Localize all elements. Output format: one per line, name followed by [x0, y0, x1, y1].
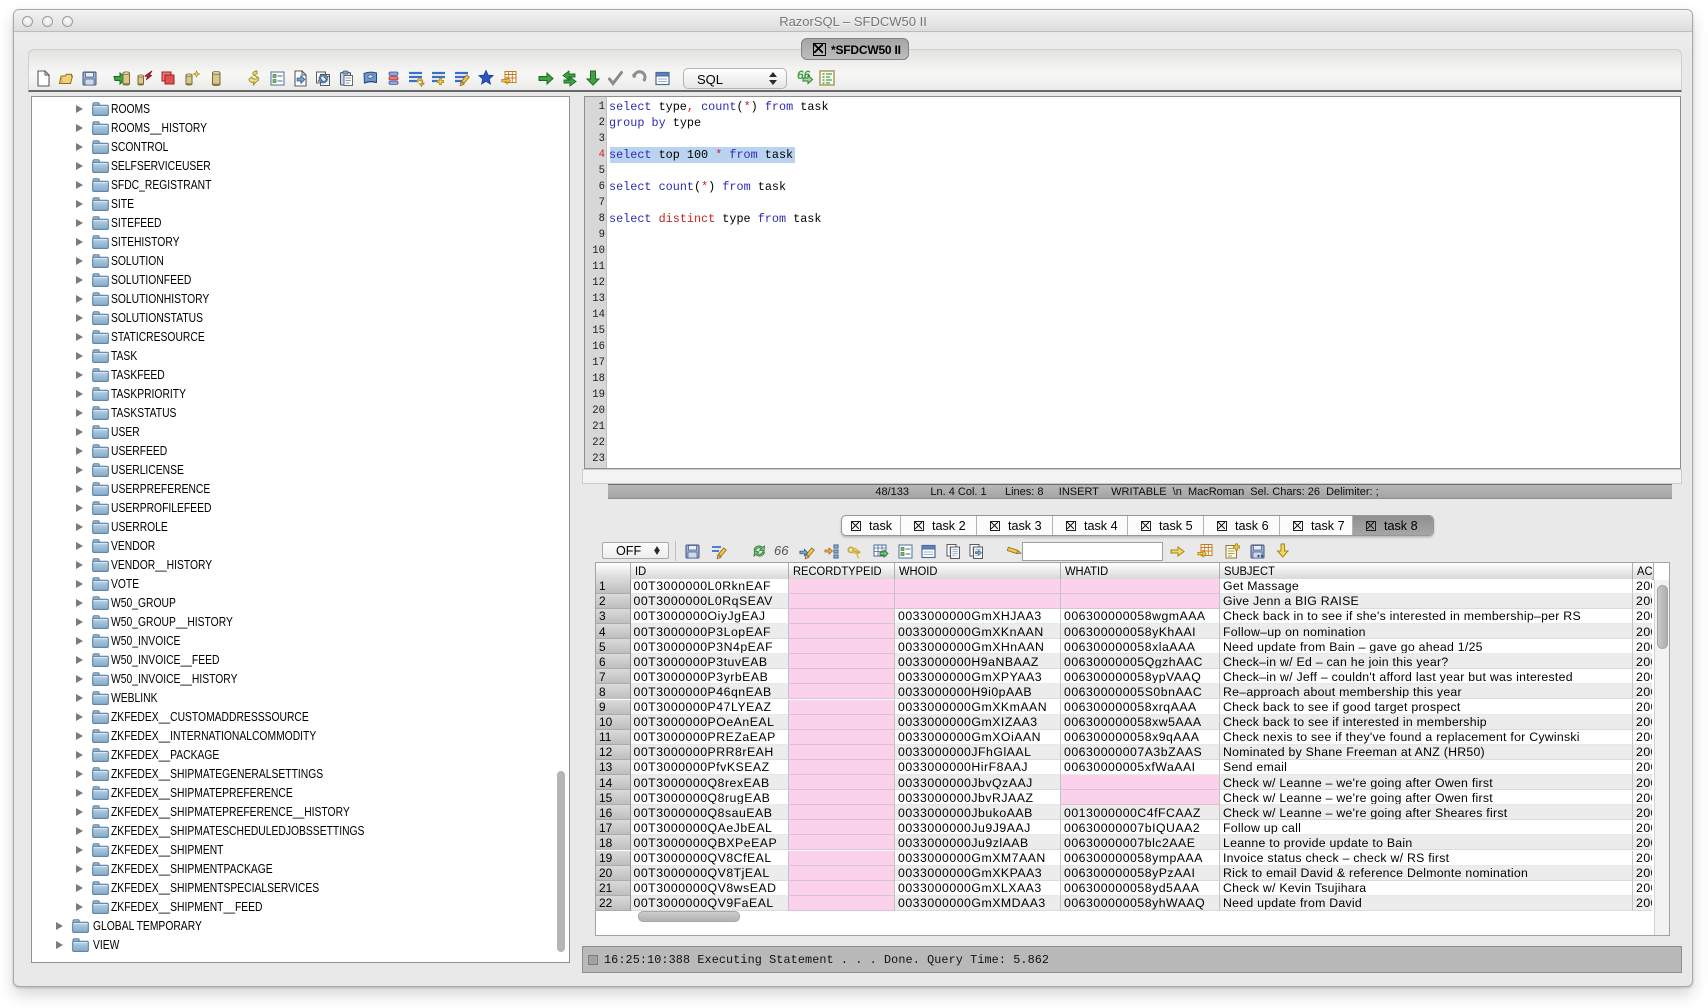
- svg-text:66: 66: [774, 543, 789, 558]
